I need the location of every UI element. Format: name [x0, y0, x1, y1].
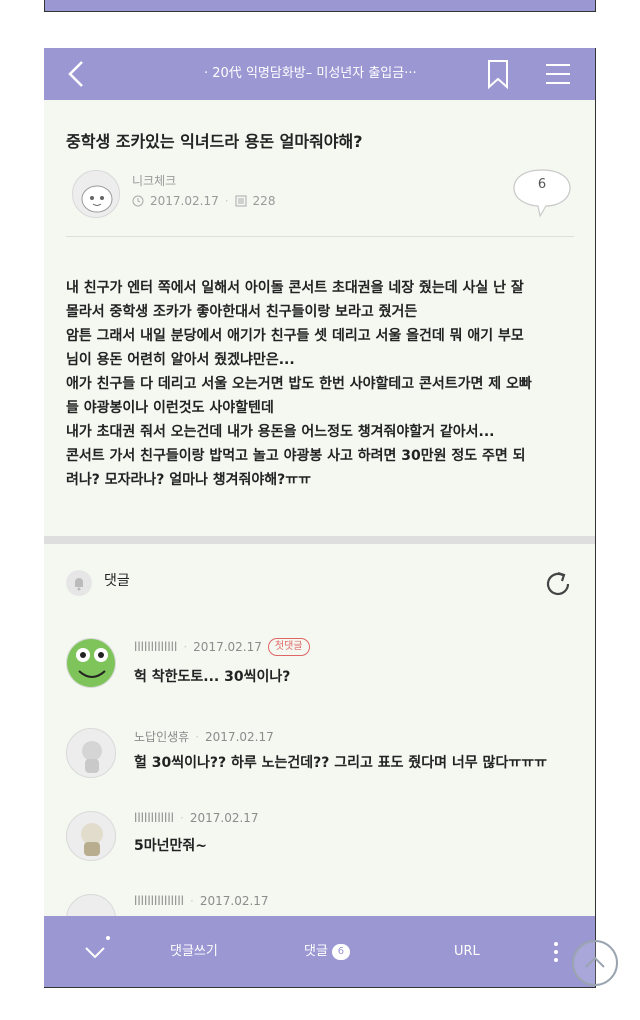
header-divider	[66, 236, 574, 237]
bookmark-icon[interactable]	[484, 58, 512, 90]
body-line: 애가 친구들 다 데리고 서울 오는거면 밥도 한번 사야할테고 콘서트가면 제…	[66, 376, 532, 392]
comment-item: lllllllllllll · 2017.02.17 첫댓글 헉 착한도토...…	[44, 630, 595, 710]
comment-text: 5마넌만줘~	[134, 838, 207, 854]
post-body: 내 친구가 엔터 쪽에서 일해서 아이돌 콘서트 초대권을 네장 줬는데 사실 …	[66, 276, 578, 492]
post-date: 2017.02.17	[150, 194, 219, 208]
meta-separator: ·	[183, 640, 188, 654]
comment-date: 2017.02.17	[199, 894, 269, 908]
comment-item: 노답인생휴 · 2017.02.17 헐 30씩이나?? 하루 노는건데?? 그…	[44, 720, 595, 800]
hamburger-menu-icon[interactable]	[542, 58, 574, 90]
chevron-left-icon[interactable]	[62, 58, 94, 90]
body-line: 려나? 모자라나? 얼마나 챙겨줘야해?ㅠㅠ	[66, 472, 312, 488]
comment-text: 헉 착한도토... 30씩이나?	[134, 669, 291, 685]
comment-count: 6	[537, 177, 547, 192]
views-icon	[235, 195, 247, 207]
comment-meta: llllllllllll · 2017.02.17	[134, 811, 259, 825]
comments-label: 댓글	[104, 573, 130, 589]
scroll-to-top-button[interactable]	[572, 940, 618, 986]
clock-icon	[132, 195, 144, 207]
comments-header: 댓글	[44, 558, 595, 608]
body-line: 내가 초대권 줘서 오는건데 내가 용돈을 어느정도 챙겨줘야할거 같아서...	[66, 424, 495, 440]
chevron-up-icon	[585, 956, 605, 968]
post-views: 228	[252, 194, 276, 208]
body-line: 콘서트 가서 친구들이랑 밥먹고 놀고 야광봉 사고 하려면 30만원 정도 주…	[66, 448, 526, 464]
top-nav-bar: · 20代 익명담화방– 미성년자 출입금···	[44, 48, 595, 100]
comment-author[interactable]: lllllllllllllll	[134, 894, 184, 908]
board-title: · 20代 익명담화방– 미성년자 출입금···	[204, 66, 417, 81]
comment-item: llllllllllll · 2017.02.17 5마넌만줘~	[44, 803, 595, 883]
character-avatar	[66, 811, 116, 861]
body-line: 내 친구가 엔터 쪽에서 일해서 아이돌 콘서트 초대권을 네장 줬는데 사실 …	[66, 280, 524, 296]
section-separator	[44, 536, 595, 544]
url-button[interactable]: URL	[454, 916, 480, 987]
body-line: 님이 용돈 어련히 알아서 줬겠냐만은...	[66, 352, 295, 368]
comment-date: 2017.02.17	[189, 811, 259, 825]
comments-button-label: 댓글	[304, 944, 328, 959]
chevron-down-icon[interactable]	[80, 916, 110, 987]
refresh-icon[interactable]	[542, 568, 574, 600]
meta-separator: ·	[224, 194, 229, 208]
comment-author[interactable]: lllllllllllll	[134, 640, 177, 654]
comments-count-badge: 6	[331, 943, 350, 960]
comment-date: 2017.02.17	[193, 640, 262, 654]
comment-count-bubble[interactable]: 6	[510, 166, 574, 222]
comment-author[interactable]: 노답인생휴	[134, 728, 189, 745]
body-line: 몰라서 중학생 조카가 좋아한대서 친구들이랑 보라고 줬거든	[66, 304, 418, 320]
post-meta: 2017.02.17 · 228	[132, 194, 275, 208]
comment-meta: 노답인생휴 · 2017.02.17	[134, 728, 274, 745]
author-name[interactable]: 니크체크	[132, 172, 176, 189]
meta-separator: ·	[180, 811, 184, 825]
bottom-action-bar: 댓글쓰기 댓글 6 URL	[44, 916, 595, 987]
comment-meta: lllllllllllllll · 2017.02.17	[134, 894, 269, 908]
body-line: 암튼 그래서 내일 분당에서 애기가 친구들 셋 데리고 서울 올건데 뭐 애기…	[66, 328, 524, 344]
comment-text: 헐 30씩이나?? 하루 노는건데?? 그리고 표도 줬다며 너무 많다ㅠㅠㅠ	[134, 755, 547, 771]
meta-separator: ·	[195, 729, 200, 744]
more-options-icon[interactable]	[550, 916, 562, 987]
author-avatar	[72, 170, 120, 218]
post-title: 중학생 조카있는 익녀드라 용돈 얼마줘야해?	[66, 132, 363, 151]
previous-screenshot-edge	[44, 0, 596, 12]
phone-screen: · 20代 익명담화방– 미성년자 출입금··· 중학생 조카있는 익녀드라 용…	[44, 48, 596, 988]
write-comment-button[interactable]: 댓글쓰기	[170, 916, 218, 987]
body-line: 들 야광봉이나 이런것도 사야할텐데	[66, 400, 274, 416]
comment-author[interactable]: llllllllllll	[134, 811, 174, 825]
comments-button[interactable]: 댓글 6	[304, 916, 350, 987]
meta-separator: ·	[190, 894, 194, 908]
comment-meta: lllllllllllll · 2017.02.17 첫댓글	[134, 638, 310, 656]
first-comment-badge: 첫댓글	[267, 638, 310, 656]
character-avatar	[66, 728, 116, 778]
frog-avatar	[66, 638, 116, 688]
comment-date: 2017.02.17	[205, 729, 274, 744]
bell-icon	[66, 570, 92, 596]
